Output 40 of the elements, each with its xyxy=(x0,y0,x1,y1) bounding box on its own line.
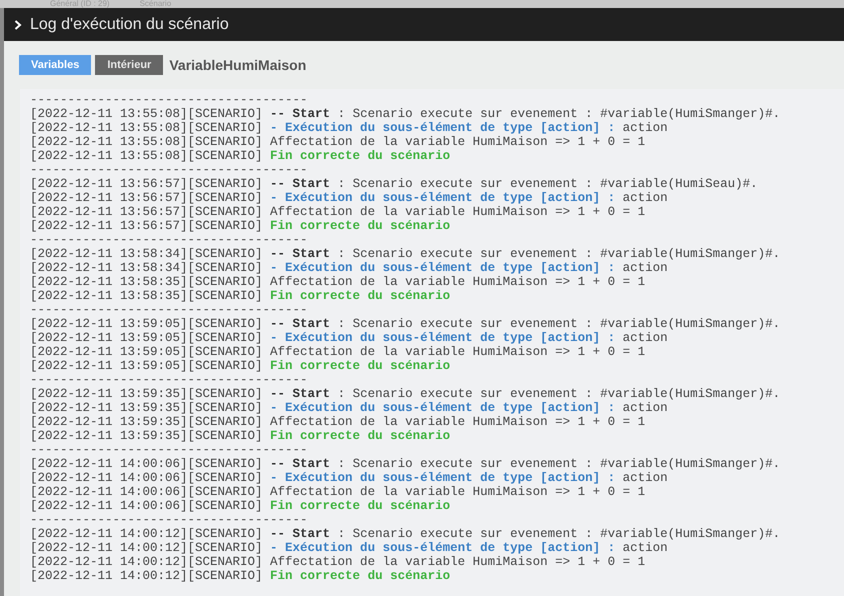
log-line: [2022-12-11 13:59:05][SCENARIO] - Exécution du sous-élément de type [action] : action xyxy=(30,331,669,345)
scenario-name: VariableHumiMaison xyxy=(169,57,306,73)
log-line: [2022-12-11 13:55:08][SCENARIO] Fin correcte du scénario xyxy=(30,149,452,163)
log-line: [2022-12-11 13:55:08][SCENARIO] - Exécution du sous-élément de type [action] : action xyxy=(30,121,669,135)
log-line: [2022-12-11 13:59:35][SCENARIO] Affectation de la variable HumiMaison => 1 + 0 = 1 xyxy=(30,415,646,429)
log-line: [2022-12-11 13:58:35][SCENARIO] Affectation de la variable HumiMaison => 1 + 0 = 1 xyxy=(30,275,646,289)
log-line: [2022-12-11 14:00:06][SCENARIO] - Exécution du sous-élément de type [action] : action xyxy=(30,471,669,485)
log-separator: ------------------------------------- xyxy=(30,163,309,177)
log-separator: ------------------------------------- xyxy=(30,513,309,527)
log-separator: ------------------------------------- xyxy=(30,93,309,107)
log-line: [2022-12-11 13:59:35][SCENARIO] -- Start : Scenario execute sur evenement : #variable(HumiSmanger)#. xyxy=(30,387,782,401)
log-line: [2022-12-11 13:59:05][SCENARIO] -- Start : Scenario execute sur evenement : #variable(HumiSmanger)#. xyxy=(30,317,782,331)
log-line: [2022-12-11 13:58:34][SCENARIO] - Exécution du sous-élément de type [action] : action xyxy=(30,261,669,275)
log-separator: ------------------------------------- xyxy=(30,233,309,247)
log-line: [2022-12-11 13:56:57][SCENARIO] Affectation de la variable HumiMaison => 1 + 0 = 1 xyxy=(30,205,646,219)
log-line: [2022-12-11 14:00:06][SCENARIO] Affectation de la variable HumiMaison => 1 + 0 = 1 xyxy=(30,485,646,499)
log-line: [2022-12-11 13:59:05][SCENARIO] Affectation de la variable HumiMaison => 1 + 0 = 1 xyxy=(30,345,646,359)
log-separator: ------------------------------------- xyxy=(30,443,309,457)
dialog-title: Log d'exécution du scénario xyxy=(30,16,229,34)
object-tag: Intérieur xyxy=(95,55,164,75)
log-line: [2022-12-11 14:00:06][SCENARIO] -- Start : Scenario execute sur evenement : #variable(HumiSmanger)#. xyxy=(30,457,782,471)
log-line: [2022-12-11 13:56:57][SCENARIO] -- Start : Scenario execute sur evenement : #variable(HumiSeau)#. xyxy=(30,177,759,191)
chevron-right-icon[interactable] xyxy=(14,20,22,30)
log-line: [2022-12-11 14:00:06][SCENARIO] Fin correcte du scénario xyxy=(30,499,452,513)
log-line: [2022-12-11 14:00:12][SCENARIO] - Exécution du sous-élément de type [action] : action xyxy=(30,541,669,555)
log-line: [2022-12-11 13:59:35][SCENARIO] - Exécution du sous-élément de type [action] : action xyxy=(30,401,669,415)
log-line: [2022-12-11 13:56:57][SCENARIO] - Exécution du sous-élément de type [action] : action xyxy=(30,191,669,205)
log-line: [2022-12-11 13:55:08][SCENARIO] -- Start : Scenario execute sur evenement : #variable(HumiSmanger)#. xyxy=(30,107,782,121)
category-tag: Variables xyxy=(19,55,92,75)
log-line: [2022-12-11 14:00:12][SCENARIO] -- Start : Scenario execute sur evenement : #variable(HumiSmanger)#. xyxy=(30,527,782,541)
log-line: [2022-12-11 13:59:05][SCENARIO] Fin correcte du scénario xyxy=(30,359,452,373)
log-line: [2022-12-11 13:58:34][SCENARIO] -- Start : Scenario execute sur evenement : #variable(HumiSmanger)#. xyxy=(30,247,782,261)
log-separator: ------------------------------------- xyxy=(30,373,309,387)
log-line: [2022-12-11 13:56:57][SCENARIO] Fin correcte du scénario xyxy=(30,219,452,233)
log-line: [2022-12-11 14:00:12][SCENARIO] Fin correcte du scénario xyxy=(30,569,452,583)
log-separator: ------------------------------------- xyxy=(30,303,309,317)
log-line: [2022-12-11 13:58:35][SCENARIO] Fin correcte du scénario xyxy=(30,289,452,303)
log-line: [2022-12-11 14:00:12][SCENARIO] Affectation de la variable HumiMaison => 1 + 0 = 1 xyxy=(30,555,646,569)
log-line: [2022-12-11 13:59:35][SCENARIO] Fin correcte du scénario xyxy=(30,429,452,443)
log-line: [2022-12-11 13:55:08][SCENARIO] Affectation de la variable HumiMaison => 1 + 0 = 1 xyxy=(30,135,646,149)
